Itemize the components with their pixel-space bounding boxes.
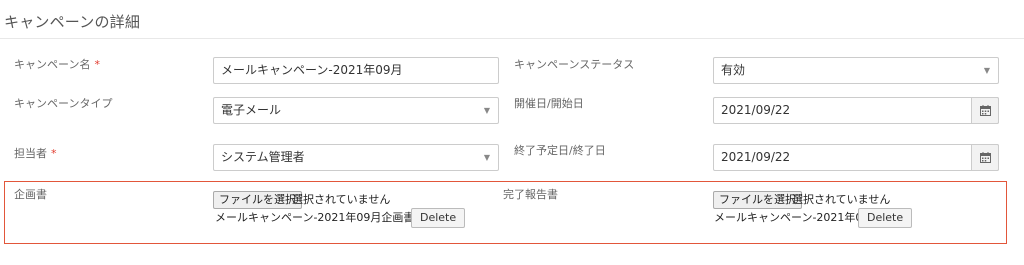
required-mark: * (94, 58, 100, 71)
calendar-icon[interactable] (971, 144, 999, 171)
owner-label: 担当者 * (14, 147, 57, 160)
report-doc-choose-button[interactable]: ファイルを選択 (713, 191, 802, 209)
campaign-status-select[interactable]: 有効 ▼ (713, 57, 999, 84)
campaign-status-value: 有効 (721, 63, 746, 77)
report-doc-status: 選択されていません (792, 193, 891, 206)
plan-doc-status: 選択されていません (292, 193, 391, 206)
plan-doc-choose-button[interactable]: ファイルを選択 (213, 191, 302, 209)
report-doc-file-name: メールキャンペーン-2021年09月 (714, 211, 881, 224)
chevron-down-icon: ▼ (483, 106, 490, 115)
campaign-name-label: キャンペーン名 * (14, 58, 100, 71)
start-date-label: 開催日/開始日 (514, 97, 584, 110)
section-divider (0, 38, 1024, 39)
plan-doc-label: 企画書 (14, 188, 47, 201)
plan-doc-file-name: メールキャンペーン-2021年09月企画書.pdf (215, 211, 436, 224)
campaign-type-select[interactable]: 電子メール ▼ (213, 97, 499, 124)
required-mark: * (51, 147, 57, 160)
owner-value: システム管理者 (221, 150, 305, 164)
campaign-status-label: キャンペーンステータス (514, 58, 635, 71)
start-date-input[interactable]: 2021/09/22 (713, 97, 999, 124)
end-date-input[interactable]: 2021/09/22 (713, 144, 999, 171)
campaign-name-input[interactable]: メールキャンペーン-2021年09月 (213, 57, 499, 84)
section-title: キャンペーンの詳細 (4, 13, 141, 31)
campaign-type-label: キャンペーンタイプ (14, 97, 113, 110)
start-date-value: 2021/09/22 (721, 103, 791, 117)
campaign-type-value: 電子メール (221, 103, 282, 117)
campaign-name-value: メールキャンペーン-2021年09月 (221, 63, 403, 77)
owner-select[interactable]: システム管理者 ▼ (213, 144, 499, 171)
end-date-value: 2021/09/22 (721, 150, 791, 164)
calendar-icon[interactable] (971, 97, 999, 124)
chevron-down-icon: ▼ (983, 66, 990, 75)
report-doc-label: 完了報告書 (503, 188, 558, 201)
plan-doc-delete-button[interactable]: Delete (411, 208, 466, 228)
chevron-down-icon: ▼ (483, 153, 490, 162)
report-doc-delete-button[interactable]: Delete (858, 208, 913, 228)
end-date-label: 終了予定日/終了日 (514, 144, 606, 157)
